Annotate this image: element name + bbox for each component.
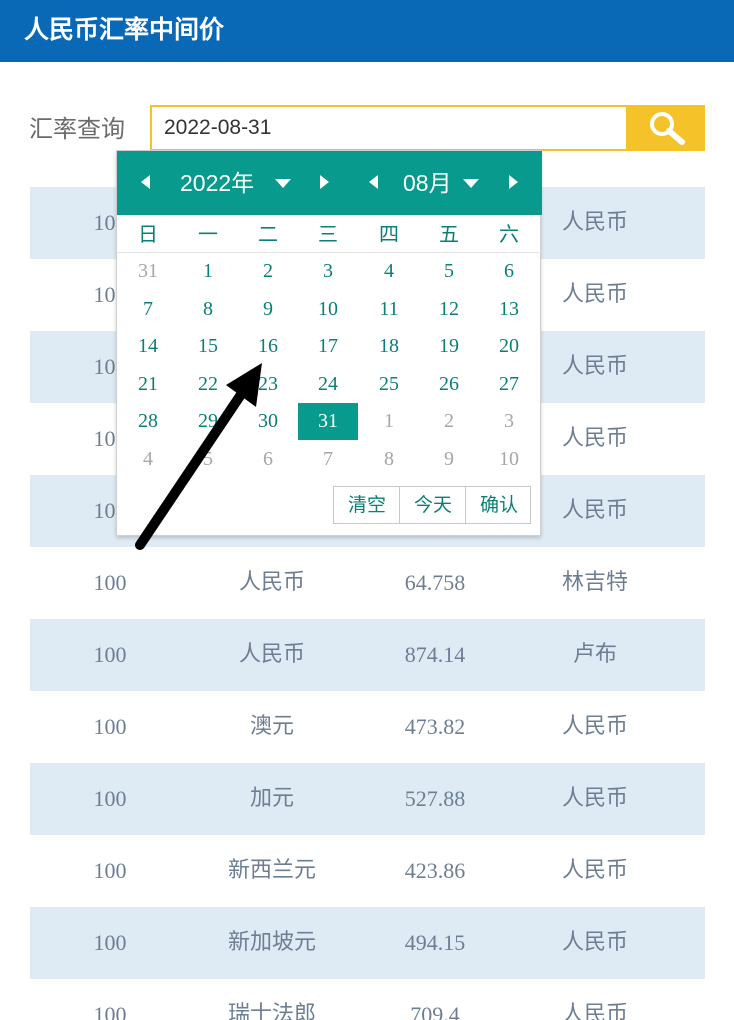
year-dropdown-icon[interactable]: [275, 179, 291, 188]
rate-cell: 423.86: [404, 858, 466, 883]
date-picker-header: 2022年 08月: [117, 151, 542, 215]
table-row: 100 人民币 874.14 卢布: [30, 619, 705, 691]
day-cell[interactable]: 26: [419, 366, 479, 403]
weekday-label: 三: [318, 222, 338, 246]
table-row: 100 加元 527.88 人民币: [30, 763, 705, 835]
day-cell[interactable]: 4: [359, 253, 419, 290]
day-cell[interactable]: 8: [359, 441, 419, 478]
weekday-label: 六: [499, 222, 519, 246]
day-cell[interactable]: 3: [479, 403, 539, 440]
amount-cell: 100: [93, 786, 127, 811]
day-cell[interactable]: 17: [298, 328, 358, 365]
day-cell[interactable]: 11: [359, 291, 419, 328]
prev-year-icon[interactable]: [141, 175, 150, 189]
target-currency-cell: 人民币: [561, 714, 628, 739]
amount-cell: 100: [93, 858, 127, 883]
day-cell[interactable]: 3: [298, 253, 358, 290]
amount-cell: 100: [93, 570, 127, 595]
search-button[interactable]: [626, 105, 705, 151]
target-currency-cell: 人民币: [561, 1002, 628, 1020]
currency-cell: 加元: [249, 786, 294, 811]
search-icon: [650, 112, 685, 145]
rate-cell: 709.4: [410, 1002, 460, 1020]
table-row: 100 新加坡元 494.15 人民币: [30, 907, 705, 979]
day-cell[interactable]: 9: [419, 441, 479, 478]
next-year-icon[interactable]: [320, 175, 329, 189]
rate-cell: 64.758: [404, 570, 466, 595]
weekday-label: 一: [198, 222, 218, 246]
amount-cell: 100: [93, 714, 127, 739]
target-currency-cell: 人民币: [561, 282, 628, 307]
target-currency-cell: 人民币: [561, 498, 628, 523]
day-cell[interactable]: 19: [419, 328, 479, 365]
currency-cell: 新加坡元: [227, 930, 316, 955]
day-cell[interactable]: 8: [178, 291, 238, 328]
year-select[interactable]: 2022年: [180, 167, 254, 199]
month-select[interactable]: 08月: [403, 167, 452, 199]
table-row: 100 澳元 473.82 人民币: [30, 691, 705, 763]
weekday-label: 二: [258, 222, 278, 246]
page-title: 人民币汇率中间价: [24, 15, 225, 44]
top-bar: 人民币汇率中间价: [0, 0, 734, 62]
day-cell[interactable]: 20: [479, 328, 539, 365]
day-cell[interactable]: 10: [479, 441, 539, 478]
rate-cell: 494.15: [404, 930, 466, 955]
table-row: 100 瑞士法郎 709.4 人民币: [30, 979, 705, 1020]
weekday-label: 四: [379, 222, 399, 246]
day-cell[interactable]: 24: [298, 366, 358, 403]
day-cell[interactable]: 1: [359, 403, 419, 440]
currency-cell: 瑞士法郎: [227, 1002, 316, 1020]
search-label: 汇率查询: [29, 115, 125, 143]
target-currency-cell: 卢布: [572, 642, 617, 667]
rate-cell: 527.88: [404, 786, 466, 811]
weekday-header: 日一二三四五六: [117, 215, 542, 253]
day-cell[interactable]: 31: [118, 253, 178, 290]
next-month-icon[interactable]: [509, 175, 518, 189]
day-cell[interactable]: 10: [298, 291, 358, 328]
weekday-label: 日: [138, 222, 158, 246]
day-cell[interactable]: 27: [479, 366, 539, 403]
date-search-input[interactable]: 2022-08-31: [150, 105, 628, 151]
day-cell[interactable]: 13: [479, 291, 539, 328]
currency-cell: 人民币: [238, 642, 305, 667]
day-cell[interactable]: 2: [419, 403, 479, 440]
day-cell[interactable]: 12: [419, 291, 479, 328]
target-currency-cell: 人民币: [561, 210, 628, 235]
rate-cell: 874.14: [404, 642, 466, 667]
weekday-label: 五: [439, 222, 459, 246]
amount-cell: 100: [93, 930, 127, 955]
currency-cell: 新西兰元: [227, 858, 316, 883]
target-currency-cell: 人民币: [561, 426, 628, 451]
confirm-button[interactable]: 确认: [466, 487, 532, 523]
amount-cell: 100: [93, 642, 127, 667]
target-currency-cell: 人民币: [561, 930, 628, 955]
clear-button[interactable]: 清空: [334, 487, 400, 523]
currency-cell: 人民币: [238, 570, 305, 595]
day-cell[interactable]: 7: [298, 441, 358, 478]
day-cell[interactable]: 18: [359, 328, 419, 365]
day-cell[interactable]: 5: [419, 253, 479, 290]
day-cell-selected[interactable]: 31: [298, 403, 358, 440]
target-currency-cell: 林吉特: [561, 570, 628, 595]
currency-cell: 澳元: [249, 714, 294, 739]
day-cell[interactable]: 25: [359, 366, 419, 403]
day-cell[interactable]: 9: [238, 291, 298, 328]
annotation-arrow-icon: [135, 363, 262, 550]
table-row: 100 新西兰元 423.86 人民币: [30, 835, 705, 907]
target-currency-cell: 人民币: [561, 786, 628, 811]
today-button[interactable]: 今天: [400, 487, 466, 523]
day-cell[interactable]: 7: [118, 291, 178, 328]
month-dropdown-icon[interactable]: [463, 179, 479, 188]
day-cell[interactable]: 6: [479, 253, 539, 290]
target-currency-cell: 人民币: [561, 354, 628, 379]
target-currency-cell: 人民币: [561, 858, 628, 883]
rate-cell: 473.82: [404, 714, 466, 739]
prev-month-icon[interactable]: [369, 175, 378, 189]
amount-cell: 100: [93, 1002, 127, 1020]
day-cell[interactable]: 2: [238, 253, 298, 290]
date-picker-actions: 清空 今天 确认: [333, 486, 531, 524]
table-row: 100 人民币 64.758 林吉特: [30, 547, 705, 619]
day-cell[interactable]: 1: [178, 253, 238, 290]
